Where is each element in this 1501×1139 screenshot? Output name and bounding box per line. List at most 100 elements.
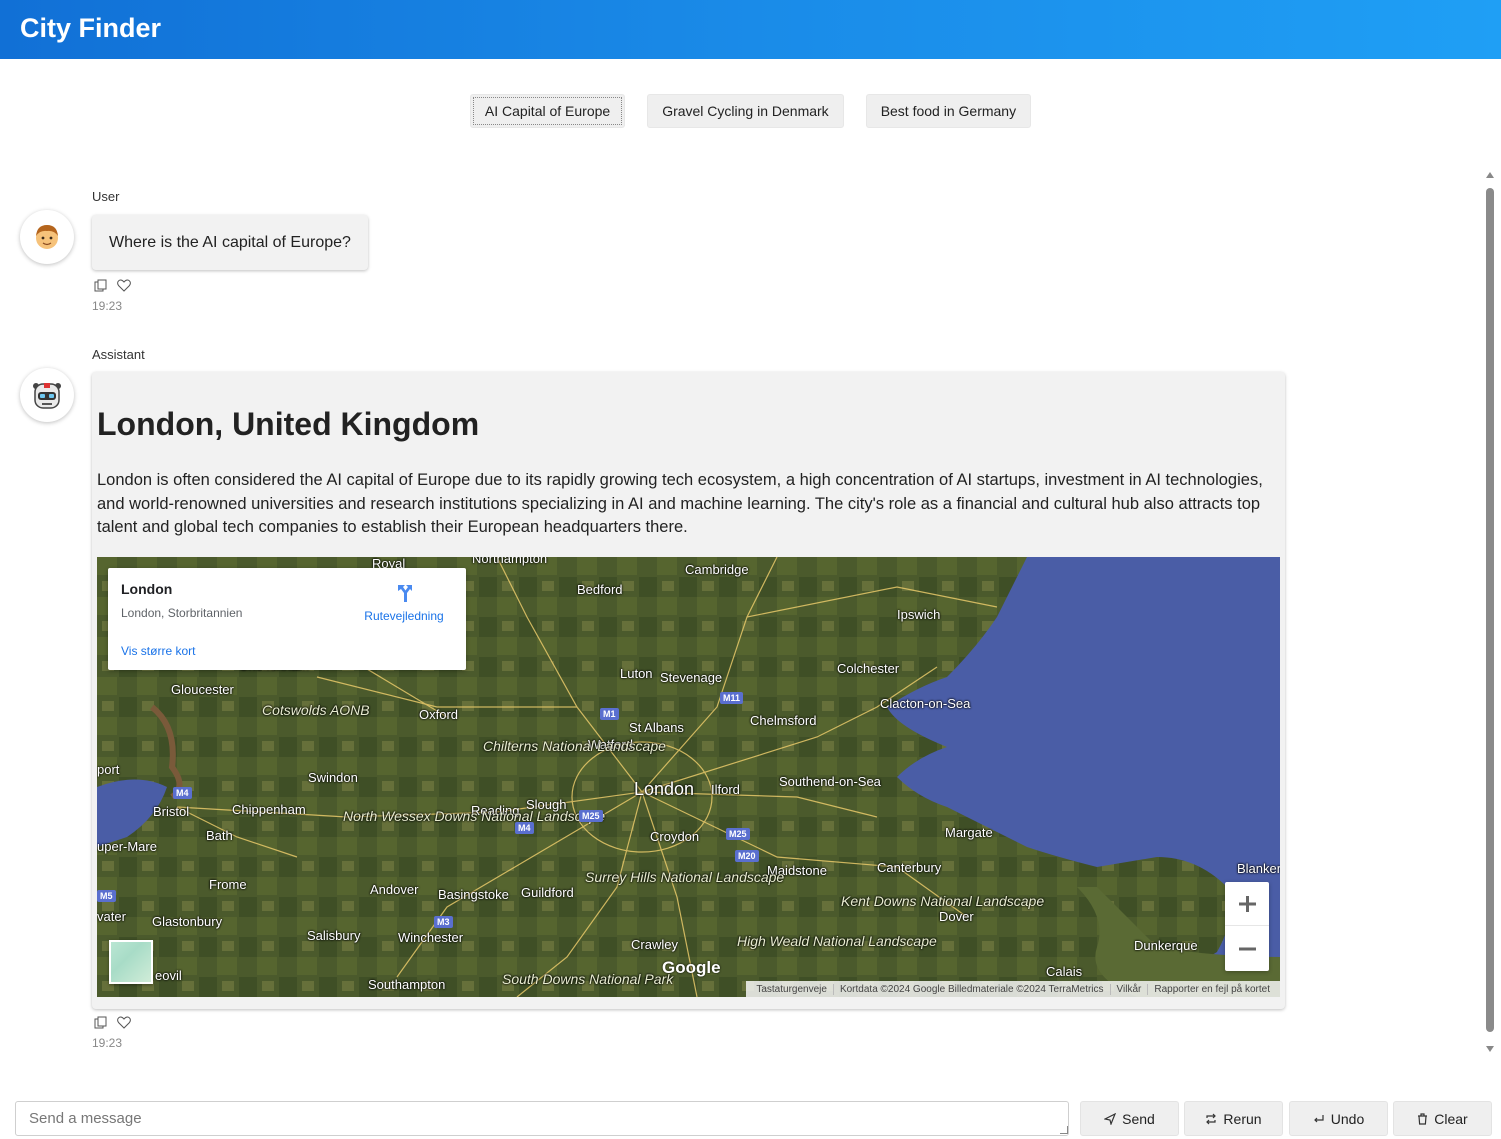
- map-data-credit: Kortdata ©2024 Google Billedmateriale ©2…: [834, 983, 1111, 995]
- map-label-margate: Margate: [945, 825, 993, 840]
- view-larger-map-link[interactable]: Vis større kort: [121, 644, 195, 658]
- user-message-bubble: Where is the AI capital of Europe?: [92, 215, 368, 270]
- like-heart-icon[interactable]: [117, 279, 131, 292]
- map-label-southampton: Southampton: [368, 977, 446, 992]
- embedded-map[interactable]: London Cambridge Bedford Northampton Roy…: [97, 557, 1280, 997]
- map-layer-toggle[interactable]: [109, 940, 153, 984]
- map-label-southend: Southend-on-Sea: [779, 774, 881, 789]
- trash-icon: [1418, 1112, 1428, 1125]
- place-subtitle: London, Storbritannien: [121, 606, 243, 620]
- clear-button[interactable]: Clear: [1393, 1101, 1492, 1136]
- road-shield-m25-east: M25: [726, 828, 750, 840]
- copy-icon[interactable]: [94, 1016, 107, 1029]
- road-shield-m3: M3: [434, 916, 453, 928]
- robot-icon: [33, 383, 61, 409]
- user-message-time: 19:23: [92, 299, 123, 313]
- person-emoji-icon: [36, 225, 58, 249]
- map-label-glastonbury: Glastonbury: [152, 914, 223, 929]
- assistant-message-bubble: London, United Kingdom London is often c…: [92, 372, 1285, 1009]
- map-label-gloucester: Gloucester: [171, 682, 234, 697]
- map-label-stalbans: St Albans: [629, 720, 684, 735]
- send-button[interactable]: Send: [1080, 1101, 1179, 1136]
- map-region-chilterns: Chilterns National Landscape: [483, 739, 666, 754]
- send-label: Send: [1122, 1110, 1155, 1127]
- undo-icon: [1313, 1114, 1324, 1122]
- map-label-clacton: Clacton-on-Sea: [880, 696, 971, 711]
- undo-button[interactable]: Undo: [1289, 1101, 1388, 1136]
- resize-grip-icon[interactable]: [1060, 1126, 1068, 1134]
- map-label-ipswich: Ipswich: [897, 607, 941, 622]
- map-label-andover: Andover: [370, 882, 419, 897]
- answer-heading: London, United Kingdom: [97, 406, 480, 442]
- user-message-actions: [94, 279, 131, 292]
- road-shield-m4-east: M4: [515, 822, 534, 834]
- map-region-kent-downs: Kent Downs National Landscape: [841, 894, 1044, 909]
- map-label-luton: Luton: [620, 666, 653, 681]
- map-zoom-control: [1225, 882, 1269, 971]
- map-label-frome: Frome: [209, 877, 247, 892]
- example-ai-capital-button[interactable]: AI Capital of Europe: [469, 94, 626, 128]
- minus-icon: [1239, 947, 1256, 951]
- keyboard-shortcuts-link[interactable]: Tastaturgenveje: [750, 983, 834, 995]
- assistant-avatar: [20, 368, 74, 422]
- road-shield-m11: M11: [720, 692, 744, 704]
- map-region-surrey-hills: Surrey Hills National Landscape: [585, 870, 784, 885]
- report-error-link[interactable]: Rapporter en fejl på kortet: [1148, 984, 1276, 995]
- answer-body: London is often considered the AI capita…: [97, 471, 1263, 536]
- map-label-port: port: [97, 762, 120, 777]
- zoom-in-button[interactable]: [1225, 882, 1269, 926]
- road-shield-m4-west: M4: [173, 787, 192, 799]
- map-label-basingstoke: Basingstoke: [438, 887, 509, 902]
- directions-label: Rutevejledning: [364, 609, 444, 623]
- map-label-swindon: Swindon: [308, 770, 358, 785]
- place-title: London: [121, 581, 173, 597]
- map-label-dunkerque: Dunkerque: [1134, 938, 1198, 953]
- map-region-cotswolds: Cotswolds AONB: [262, 702, 370, 718]
- copy-icon[interactable]: [94, 279, 107, 292]
- map-label-bath: Bath: [206, 828, 233, 843]
- map-label-northampton: Northampton: [472, 557, 548, 566]
- message-input[interactable]: [15, 1101, 1069, 1136]
- terms-link[interactable]: Vilkår: [1111, 983, 1149, 995]
- example-gravel-cycling-button[interactable]: Gravel Cycling in Denmark: [647, 94, 844, 128]
- directions-button[interactable]: Rutevejledning: [358, 582, 450, 625]
- map-label-chelmsford: Chelmsford: [750, 713, 817, 728]
- plus-icon: [1239, 895, 1256, 912]
- map-label-water: vater: [97, 909, 126, 924]
- example-best-food-button[interactable]: Best food in Germany: [865, 94, 1032, 128]
- map-attribution: Tastaturgenveje Kortdata ©2024 Google Bi…: [746, 981, 1280, 997]
- road-shield-m1: M1: [600, 708, 619, 720]
- map-label-guildford: Guildford: [521, 885, 574, 900]
- road-shield-m20: M20: [735, 850, 759, 862]
- app-header: City Finder: [0, 0, 1501, 59]
- rerun-label: Rerun: [1223, 1110, 1262, 1127]
- map-region-high-weald: High Weald National Landscape: [737, 934, 937, 949]
- map-place-card: London London, Storbritannien Rutevejled…: [108, 568, 466, 670]
- like-heart-icon[interactable]: [117, 1016, 131, 1029]
- undo-label: Undo: [1330, 1110, 1365, 1127]
- scroll-down-arrow-icon[interactable]: [1486, 1046, 1494, 1052]
- assistant-role-label: Assistant: [92, 347, 145, 362]
- scroll-up-arrow-icon[interactable]: [1486, 172, 1494, 178]
- rerun-button[interactable]: Rerun: [1184, 1101, 1283, 1136]
- map-label-oxford: Oxford: [419, 707, 459, 722]
- map-label-calais: Calais: [1046, 964, 1083, 979]
- map-label-yeovil: eovil: [155, 968, 182, 983]
- map-region-south-downs: South Downs National Park: [502, 971, 674, 987]
- map-label-bristol: Bristol: [153, 804, 190, 819]
- scroll-thumb[interactable]: [1486, 188, 1494, 1032]
- assistant-message-time: 19:23: [92, 1036, 123, 1050]
- map-label-bedford: Bedford: [577, 582, 623, 597]
- assistant-message-actions: [94, 1016, 131, 1029]
- map-region-north-wessex: North Wessex Downs National Landscape: [343, 809, 605, 824]
- map-label-super-mare: uper-Mare: [97, 839, 157, 854]
- clear-label: Clear: [1434, 1110, 1468, 1127]
- map-label-chippenham: Chippenham: [232, 802, 306, 817]
- map-label-stevenage: Stevenage: [660, 670, 723, 685]
- user-role-label: User: [92, 189, 120, 204]
- map-label-ilford: Ilford: [711, 782, 740, 797]
- composer: Send Rerun Undo Clear: [15, 1101, 1492, 1137]
- zoom-out-button[interactable]: [1225, 927, 1269, 971]
- chat-scrollbar[interactable]: [1485, 172, 1495, 1052]
- map-label-london: London: [634, 779, 695, 799]
